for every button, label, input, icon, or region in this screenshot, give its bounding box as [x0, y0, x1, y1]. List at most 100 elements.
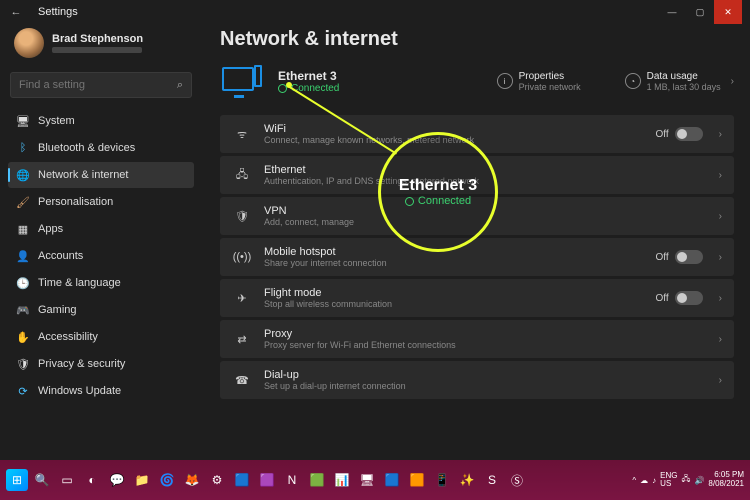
chat-icon[interactable]: 💬 — [106, 469, 128, 491]
setting-card[interactable]: 🖧EthernetAuthentication, IP and DNS sett… — [220, 156, 734, 194]
tray-network-icon[interactable]: 🖧 — [682, 473, 691, 487]
switch[interactable] — [675, 250, 703, 264]
sidebar-item[interactable]: 🖌 Personalisation — [8, 189, 194, 215]
tray-chevron-icon[interactable]: ^ — [632, 476, 636, 485]
app-icon[interactable]: 🟪 — [256, 469, 278, 491]
sidebar-item[interactable]: ⟳Windows Update — [8, 378, 194, 404]
app-icon[interactable]: 📱 — [431, 469, 453, 491]
nav-icon: 🛡 — [16, 357, 30, 371]
switch[interactable] — [675, 291, 703, 305]
nav-icon: 👤 — [16, 249, 30, 263]
user-email-redacted — [52, 47, 142, 53]
nav-icon: ▦ — [16, 222, 30, 236]
card-desc: Set up a dial-up internet connection — [264, 381, 406, 391]
tray-volume-icon[interactable]: 🔊 — [694, 476, 704, 485]
card-title: Ethernet — [264, 164, 479, 176]
setting-card[interactable]: ☎Dial-upSet up a dial-up internet connec… — [220, 361, 734, 399]
sidebar-item[interactable]: 🕒Time & language — [8, 270, 194, 296]
user-profile[interactable]: Brad Stephenson — [8, 24, 194, 68]
user-name: Brad Stephenson — [52, 33, 143, 45]
settings-taskbar-icon[interactable]: ⚙ — [206, 469, 228, 491]
setting-card[interactable]: ✈ Flight modeStop all wireless communicat… — [220, 279, 734, 317]
edge-icon[interactable]: 🌀 — [156, 469, 178, 491]
toggle[interactable]: Off — [656, 127, 703, 141]
chevron-right-icon: › — [719, 252, 722, 263]
hotspot-icon: ((•)) — [232, 251, 252, 263]
chevron-right-icon: › — [719, 170, 722, 181]
app-icon[interactable]: 🟦 — [231, 469, 253, 491]
chevron-right-icon: › — [731, 76, 734, 87]
sidebar-item[interactable]: ᛒBluetooth & devices — [8, 135, 194, 161]
back-button[interactable]: ← — [8, 6, 24, 18]
card-title: Flight mode — [264, 287, 392, 299]
nav-label: Personalisation — [38, 196, 113, 208]
avatar — [14, 28, 44, 58]
active-connection[interactable]: Ethernet 3 Connected — [278, 69, 339, 94]
app-icon[interactable]: 🖥 — [356, 469, 378, 491]
sidebar: Brad Stephenson ⌕ 🖥SystemᛒBluetooth & de… — [0, 24, 198, 460]
system-tray[interactable]: ^ ☁ ♪ ENG US 🖧 🔊 6:05 PM 8/08/2021 — [632, 471, 744, 489]
widgets-icon[interactable]: ◐ — [81, 469, 103, 491]
nav-icon: 🌐 — [16, 168, 30, 182]
card-title: VPN — [264, 205, 354, 217]
search-box[interactable]: ⌕ — [10, 72, 192, 98]
start-button[interactable]: ⊞ — [6, 469, 28, 491]
app-icon[interactable]: 🟦 — [381, 469, 403, 491]
sidebar-item[interactable]: 🌐 Network & internet — [8, 162, 194, 188]
toggle[interactable]: Off — [656, 291, 703, 305]
nav-label: Apps — [38, 223, 63, 235]
globe-icon — [278, 84, 287, 93]
tray-lang[interactable]: ENG US — [660, 472, 677, 488]
sidebar-item[interactable]: ▦ Apps — [8, 216, 194, 242]
vpn-icon: 🛡 — [232, 210, 252, 223]
nav-label: Accounts — [38, 250, 83, 262]
nav-icon: 🖌 — [16, 195, 30, 209]
tray-icon[interactable]: ☁ — [640, 476, 648, 485]
app-icon[interactable]: 🟧 — [406, 469, 428, 491]
tray-clock[interactable]: 6:05 PM 8/08/2021 — [708, 471, 744, 489]
minimize-button[interactable]: — — [658, 0, 686, 24]
app-icon[interactable]: 📊 — [331, 469, 353, 491]
setting-card[interactable]: ((•)) Mobile hotspotShare your internet c… — [220, 238, 734, 276]
sidebar-item[interactable]: ✋Accessibility — [8, 324, 194, 350]
setting-card[interactable]: 🛡VPNAdd, connect, manage› — [220, 197, 734, 235]
app-icon[interactable]: 🟩 — [306, 469, 328, 491]
explorer-icon[interactable]: 📁 — [131, 469, 153, 491]
maximize-button[interactable]: ▢ — [686, 0, 714, 24]
nav-label: Windows Update — [38, 385, 121, 397]
connection-status: Connected — [291, 83, 339, 94]
task-view-icon[interactable]: ▭ — [56, 469, 78, 491]
close-button[interactable] — [714, 0, 742, 24]
properties-stat[interactable]: i Properties Private network — [497, 71, 581, 92]
card-desc: Share your internet connection — [264, 258, 387, 268]
card-title: WiFi — [264, 123, 474, 135]
titlebar: ← Settings — ▢ — [0, 0, 750, 24]
sidebar-item[interactable]: 🛡Privacy & security — [8, 351, 194, 377]
app-icon[interactable]: S — [481, 469, 503, 491]
tray-icon[interactable]: ♪ — [652, 476, 656, 485]
app-icon[interactable]: Ⓢ — [506, 469, 528, 491]
card-title: Mobile hotspot — [264, 246, 387, 258]
chevron-right-icon: › — [719, 334, 722, 345]
flight-icon: ✈ — [232, 292, 252, 305]
setting-card[interactable]: ᯤWiFiConnect, manage known networks, met… — [220, 115, 734, 153]
ethernet-icon: 🖧 — [232, 166, 252, 185]
switch[interactable] — [675, 127, 703, 141]
search-taskbar-icon[interactable]: 🔍 — [31, 469, 53, 491]
nav-label: Gaming — [38, 304, 77, 316]
nav-list: 🖥SystemᛒBluetooth & devices 🌐 Network & in… — [8, 108, 194, 404]
app-icon[interactable]: ✨ — [456, 469, 478, 491]
sidebar-item[interactable]: 🖥System — [8, 108, 194, 134]
nav-label: Network & internet — [38, 169, 128, 181]
data-usage-stat[interactable]: ◔ Data usage 1 MB, last 30 days › — [625, 71, 734, 92]
chevron-right-icon: › — [719, 375, 722, 386]
firefox-icon[interactable]: 🦊 — [181, 469, 203, 491]
toggle[interactable]: Off — [656, 250, 703, 264]
app-icon[interactable]: N — [281, 469, 303, 491]
search-input[interactable] — [19, 79, 177, 91]
setting-card[interactable]: ⇄ProxyProxy server for Wi-Fi and Etherne… — [220, 320, 734, 358]
sidebar-item[interactable]: 👤 Accounts — [8, 243, 194, 269]
toggle-label: Off — [656, 129, 669, 140]
sidebar-item[interactable]: 🎮Gaming — [8, 297, 194, 323]
card-desc: Stop all wireless communication — [264, 299, 392, 309]
